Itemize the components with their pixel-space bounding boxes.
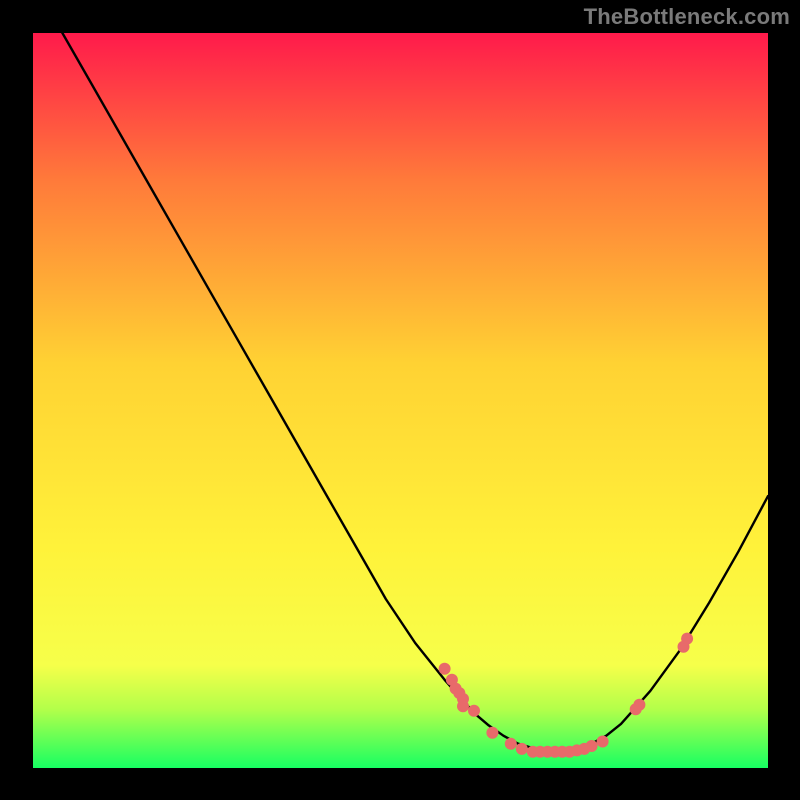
data-point [633, 699, 645, 711]
data-point [505, 738, 517, 750]
bottleneck-chart [0, 0, 800, 800]
data-point [457, 700, 469, 712]
data-point [439, 663, 451, 675]
data-point [597, 736, 609, 748]
data-point [681, 633, 693, 645]
data-point [486, 727, 498, 739]
data-point [468, 705, 480, 717]
data-point [516, 743, 528, 755]
chart-stage: TheBottleneck.com [0, 0, 800, 800]
plot-background [33, 33, 768, 768]
data-point [586, 740, 598, 752]
attribution-text: TheBottleneck.com [584, 4, 790, 30]
